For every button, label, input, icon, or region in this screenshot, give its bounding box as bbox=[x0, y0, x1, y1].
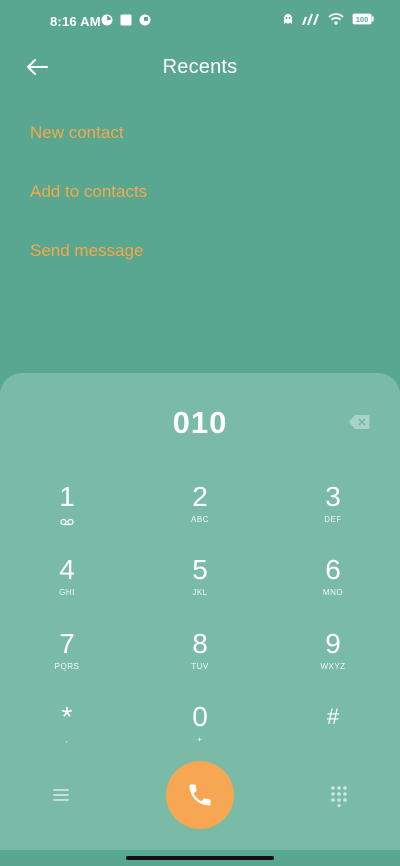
key-0[interactable]: 0 + bbox=[150, 701, 250, 767]
navigation-bar bbox=[0, 850, 400, 866]
home-indicator[interactable] bbox=[126, 856, 274, 860]
new-contact-action[interactable]: New contact bbox=[30, 118, 147, 177]
call-button[interactable] bbox=[166, 761, 234, 829]
key-digit: # bbox=[326, 704, 340, 729]
key-letters: WXYZ bbox=[320, 662, 346, 671]
key-6[interactable]: 6 MNO bbox=[283, 554, 383, 620]
send-message-action[interactable]: Send message bbox=[30, 236, 147, 295]
signal-icon bbox=[302, 13, 319, 25]
dialpad-panel: 010 1 2 ABC 3 DEF 4 GHI 5 JKL 6 MNO 7 PQ… bbox=[0, 373, 400, 866]
phone-icon bbox=[189, 784, 211, 806]
key-letters: DEF bbox=[324, 515, 342, 524]
battery-icon: 100 bbox=[352, 13, 374, 25]
key-8[interactable]: 8 TUV bbox=[150, 628, 250, 694]
key-4[interactable]: 4 GHI bbox=[17, 554, 117, 620]
key-digit: 0 bbox=[192, 701, 208, 732]
app-notification-icon bbox=[139, 14, 151, 26]
key-1[interactable]: 1 bbox=[17, 481, 117, 547]
add-to-contacts-action[interactable]: Add to contacts bbox=[30, 177, 147, 236]
key-letters: ABC bbox=[191, 515, 209, 524]
status-bar: 8:16 AM 100 bbox=[0, 0, 400, 44]
backspace-icon[interactable] bbox=[348, 414, 370, 430]
key-digit: 6 bbox=[325, 554, 341, 585]
key-5[interactable]: 5 JKL bbox=[150, 554, 250, 620]
key-letters: + bbox=[197, 735, 203, 744]
key-star[interactable]: * , bbox=[17, 701, 117, 767]
key-letters: , bbox=[65, 735, 69, 744]
key-letters: PQRS bbox=[54, 662, 80, 671]
key-digit: 9 bbox=[325, 628, 341, 659]
key-digit: 3 bbox=[325, 481, 341, 512]
key-hash[interactable]: # bbox=[283, 701, 383, 767]
key-digit: 4 bbox=[59, 554, 75, 585]
wifi-icon bbox=[328, 13, 344, 25]
square-notification-icon bbox=[120, 14, 132, 26]
key-7[interactable]: 7 PQRS bbox=[17, 628, 117, 694]
key-digit: * bbox=[61, 701, 73, 732]
key-digit: 8 bbox=[192, 628, 208, 659]
key-2[interactable]: 2 ABC bbox=[150, 481, 250, 547]
key-letters: MNO bbox=[322, 588, 344, 597]
app-notification-icon bbox=[101, 14, 113, 26]
key-3[interactable]: 3 DEF bbox=[283, 481, 383, 547]
status-time: 8:16 AM bbox=[50, 14, 101, 29]
contact-actions: New contact Add to contacts Send message bbox=[30, 118, 147, 295]
key-letters: TUV bbox=[191, 662, 209, 671]
key-9[interactable]: 9 WXYZ bbox=[283, 628, 383, 694]
ghost-icon bbox=[284, 14, 292, 24]
dialpad-toggle-icon[interactable] bbox=[330, 785, 348, 807]
key-digit: 7 bbox=[59, 628, 75, 659]
voicemail-icon bbox=[60, 518, 74, 526]
dialed-number: 010 bbox=[172, 405, 228, 440]
battery-level: 100 bbox=[356, 15, 369, 24]
key-digit: 2 bbox=[192, 481, 208, 512]
header: Recents bbox=[0, 44, 400, 92]
key-letters: JKL bbox=[192, 588, 208, 597]
key-digit: 5 bbox=[192, 554, 208, 585]
page-title: Recents bbox=[162, 56, 238, 78]
menu-icon[interactable] bbox=[50, 785, 72, 805]
key-digit: 1 bbox=[59, 481, 75, 512]
key-letters: GHI bbox=[59, 588, 75, 597]
